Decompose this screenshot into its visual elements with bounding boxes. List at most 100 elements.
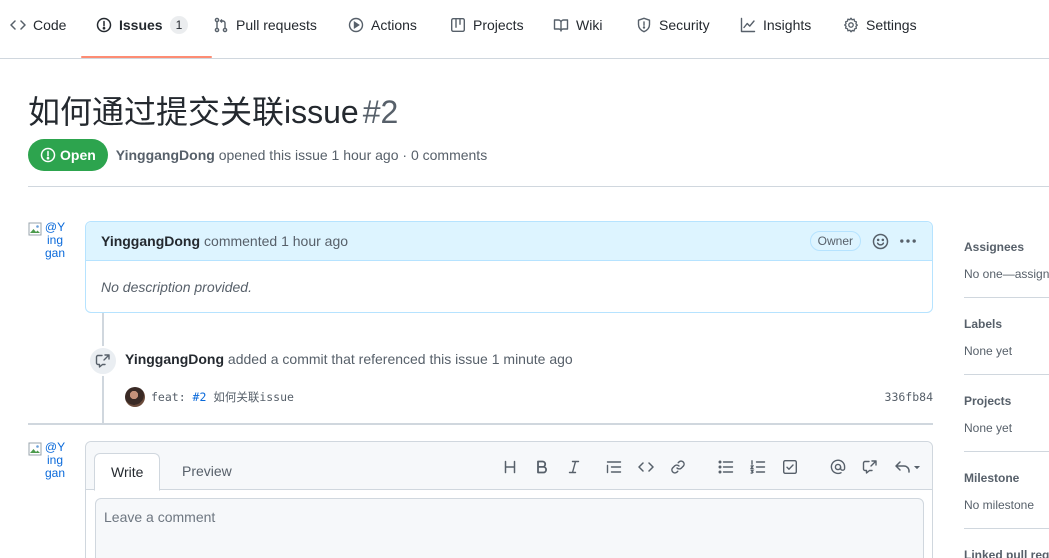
issue-title-text: 如何通过提交关联issue [28, 94, 359, 130]
current-user-avatar[interactable]: @YinggangDong [28, 441, 68, 481]
sidebar-linked-prs-title[interactable]: Linked pull requests [964, 546, 1049, 558]
kebab-horizontal-icon [900, 239, 916, 243]
comment-input[interactable] [95, 498, 924, 558]
avatar-alt-text: @YinggangDong [44, 441, 66, 481]
timeline-author-link[interactable]: YinggangDong [125, 351, 224, 367]
sidebar-milestone: Milestone No milestone [964, 469, 1049, 514]
quote-button[interactable] [606, 459, 622, 475]
ordered-list-button[interactable] [750, 459, 766, 475]
git-pull-request-icon [214, 17, 228, 33]
book-icon [553, 19, 569, 32]
timeline-event-description: added a commit that referenced this issu… [227, 351, 573, 367]
code-button[interactable] [638, 459, 654, 475]
sidebar-divider [964, 297, 1049, 298]
cross-reference-icon [862, 460, 877, 474]
broken-image-icon [28, 442, 42, 456]
tab-issues[interactable]: Issues 1 [80, 14, 213, 58]
sidebar-divider [964, 451, 1049, 452]
issue-opened-icon [40, 147, 56, 163]
tab-insights[interactable]: Insights [740, 14, 811, 54]
link-button[interactable] [670, 459, 686, 475]
tab-preview[interactable]: Preview [166, 453, 248, 491]
editor-header: Write Preview [86, 442, 932, 491]
broken-image-icon [28, 222, 42, 236]
tab-write[interactable]: Write [94, 453, 161, 491]
sidebar-assignees-title[interactable]: Assignees [964, 238, 1049, 256]
tab-code[interactable]: Code [10, 14, 66, 54]
status-badge-label: Open [60, 147, 96, 163]
list-ordered-icon [750, 460, 766, 474]
tab-projects[interactable]: Projects [450, 14, 524, 54]
tasklist-icon [783, 460, 798, 475]
mention-button[interactable] [830, 459, 846, 475]
sidebar-projects-value: None yet [964, 421, 1013, 435]
timeline-divider [28, 423, 933, 425]
owner-label: Owner [809, 231, 861, 251]
saved-replies-button[interactable] [894, 459, 922, 475]
heading-button[interactable] [502, 459, 518, 475]
tab-actions-label: Actions [371, 17, 417, 33]
issue-author-link[interactable]: YinggangDong [116, 147, 215, 163]
markdown-toolbar [502, 456, 922, 478]
commit-issue-ref-link[interactable]: #2 [193, 390, 207, 404]
comment-header: YinggangDong commented 1 hour ago Owner [86, 222, 932, 261]
commit-message[interactable]: feat: #2 如何关联issue [151, 389, 294, 405]
tab-pull-requests[interactable]: Pull requests [213, 14, 317, 54]
tab-code-label: Code [33, 17, 67, 33]
sidebar-labels-value: None yet [964, 344, 1013, 358]
issues-counter: 1 [169, 16, 189, 34]
reference-button[interactable] [862, 459, 878, 475]
commit-sha-link[interactable]: 336fb84 [885, 390, 933, 404]
repository-navigation: Code Issues 1 Pull requests Actions Proj… [0, 0, 1049, 59]
commit-message-suffix: 如何关联issue [206, 390, 294, 404]
bold-icon [537, 460, 547, 474]
heading-icon [504, 460, 516, 474]
sidebar-labels: Labels None yet [964, 315, 1049, 360]
issue-sidebar: Assignees No one—assign yourself Labels … [964, 221, 1049, 558]
tab-security[interactable]: Security [636, 14, 710, 54]
status-badge: Open [28, 139, 108, 171]
sidebar-projects-title[interactable]: Projects [964, 392, 1049, 410]
sidebar-divider [964, 374, 1049, 375]
issue-comment: YinggangDong commented 1 hour ago Owner … [85, 221, 933, 313]
comment-author-link[interactable]: YinggangDong [101, 233, 200, 249]
timeline-badge [88, 346, 118, 376]
comment-options-button[interactable] [899, 232, 917, 250]
commit-message-prefix: feat: [151, 390, 193, 404]
reply-icon [895, 461, 920, 473]
new-comment-form: Write Preview [85, 441, 933, 558]
tab-wiki-label: Wiki [576, 17, 603, 33]
commit-author-avatar[interactable] [125, 387, 145, 407]
comment-body: No description provided. [101, 279, 252, 295]
tab-actions[interactable]: Actions [348, 14, 417, 54]
italic-button[interactable] [566, 459, 582, 475]
bold-button[interactable] [534, 459, 550, 475]
issue-meta: Open YinggangDong opened this issue 1 ho… [28, 139, 487, 171]
sidebar-linked-prs: Linked pull requests [964, 546, 1049, 558]
play-icon [348, 17, 364, 33]
list-unordered-icon [718, 460, 734, 474]
italic-icon [568, 460, 580, 474]
issue-number: #2 [362, 94, 399, 130]
issue-title: 如何通过提交关联issue #2 [28, 92, 398, 132]
tab-insights-label: Insights [763, 17, 812, 33]
unordered-list-button[interactable] [718, 459, 734, 475]
issue-meta-text: YinggangDong opened this issue 1 hour ag… [116, 147, 487, 163]
avatar[interactable]: @YinggangDong [28, 221, 68, 261]
comment-timestamp[interactable]: commented 1 hour ago [204, 233, 348, 249]
timeline-event-text: YinggangDong added a commit that referen… [125, 351, 573, 367]
shield-icon [637, 17, 651, 33]
issue-opened-text: opened this issue 1 hour ago · 0 comment… [218, 147, 488, 163]
tab-settings-label: Settings [866, 17, 917, 33]
tab-projects-label: Projects [473, 17, 524, 33]
tab-settings[interactable]: Settings [843, 14, 917, 54]
issue-opened-icon [96, 17, 112, 33]
commit-row: feat: #2 如何关联issue 336fb84 [125, 386, 933, 408]
task-list-button[interactable] [782, 459, 798, 475]
sidebar-labels-title[interactable]: Labels [964, 315, 1049, 333]
tab-wiki[interactable]: Wiki [553, 14, 602, 54]
sidebar-projects: Projects None yet [964, 392, 1049, 437]
add-reaction-button[interactable] [871, 232, 889, 250]
tab-issues-label: Issues [119, 17, 163, 33]
sidebar-milestone-title[interactable]: Milestone [964, 469, 1049, 487]
